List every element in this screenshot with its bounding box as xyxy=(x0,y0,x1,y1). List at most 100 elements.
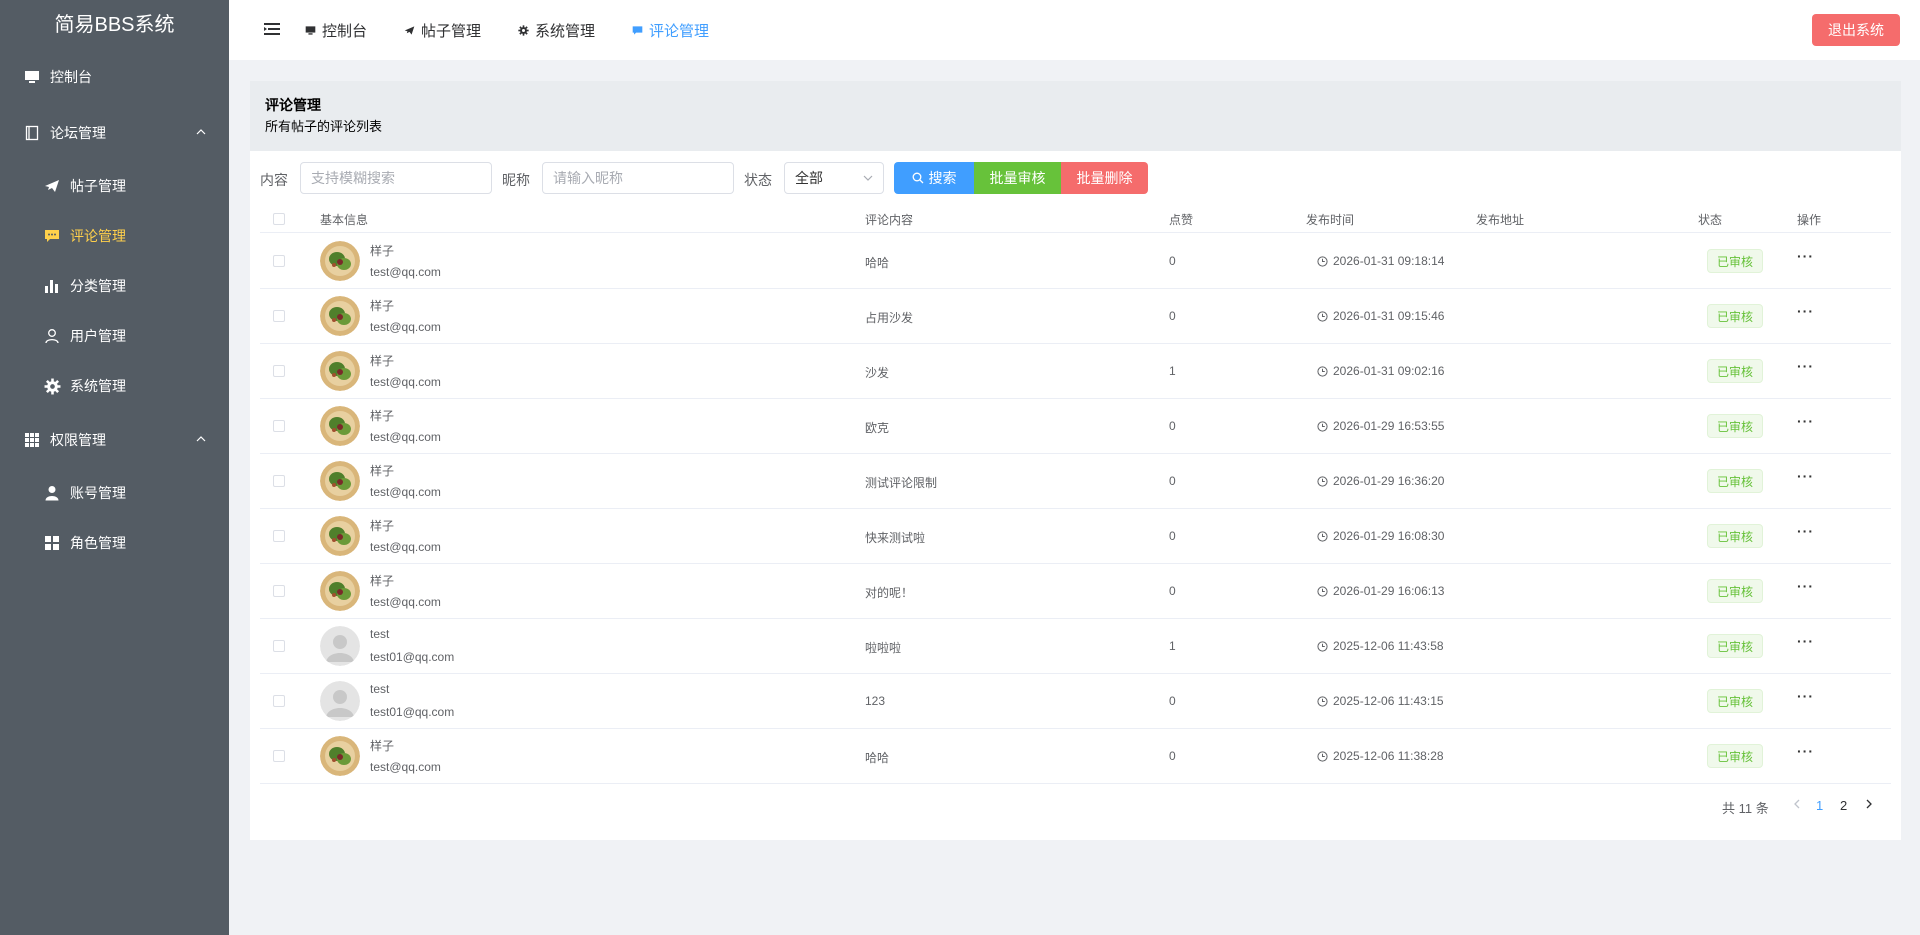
user-nickname: 样子 xyxy=(370,464,395,478)
like-count: 1 xyxy=(1169,364,1176,378)
comment-content: 快来测试啦 xyxy=(865,531,926,545)
content-search-input[interactable] xyxy=(300,162,492,194)
row-checkbox[interactable] xyxy=(273,530,285,542)
user-nickname: 样子 xyxy=(370,739,395,753)
page-title: 评论管理 xyxy=(265,97,321,113)
column-header-basic: 基本信息 xyxy=(320,213,369,227)
sidebar-item-dashboard[interactable]: 控制台 xyxy=(0,52,229,102)
sidebar-item-comments[interactable]: 评论管理 xyxy=(0,211,229,261)
user-email: test@qq.com xyxy=(370,430,441,444)
sidebar-item-posts[interactable]: 帖子管理 xyxy=(0,161,229,211)
logout-button[interactable]: 退出系统 xyxy=(1812,14,1900,46)
column-header-status: 状态 xyxy=(1698,213,1723,227)
like-count: 0 xyxy=(1169,419,1176,433)
row-checkbox[interactable] xyxy=(273,585,285,597)
more-actions-icon[interactable]: ··· xyxy=(1797,413,1814,429)
user-nickname: 样子 xyxy=(370,574,395,588)
row-checkbox[interactable] xyxy=(273,475,285,487)
pagination-total: 共 11 条 xyxy=(1722,801,1769,816)
tab-posts[interactable]: 帖子管理 xyxy=(404,19,481,41)
chat-icon xyxy=(42,226,62,246)
sidebar-item-label: 论坛管理 xyxy=(50,125,106,141)
nickname-input[interactable] xyxy=(542,162,734,194)
comment-content: 哈哈 xyxy=(865,751,890,765)
batch-delete-button[interactable]: 批量删除 xyxy=(1061,162,1148,194)
clock-icon xyxy=(1317,420,1328,432)
user-email: test01@qq.com xyxy=(370,650,455,664)
prev-page-icon[interactable] xyxy=(1792,798,1802,813)
clock-icon xyxy=(1317,475,1328,487)
tab-label: 帖子管理 xyxy=(421,22,482,40)
more-actions-icon[interactable]: ··· xyxy=(1797,688,1814,704)
status-badge: 已审核 xyxy=(1707,414,1763,438)
status-select-value: 全部 xyxy=(795,170,823,186)
table-row: 样子 test@qq.com 对的呢！ 0 2026-01-29 16:06:13 已审核… xyxy=(260,564,1891,619)
more-actions-icon[interactable]: ··· xyxy=(1797,523,1814,539)
more-actions-icon[interactable]: ··· xyxy=(1797,578,1814,594)
publish-time-value: 2026-01-31 09:02:16 xyxy=(1333,364,1445,378)
comment-content: 占用沙发 xyxy=(865,311,914,325)
clock-icon xyxy=(1317,530,1328,542)
sidebar-item-categories[interactable]: 分类管理 xyxy=(0,261,229,311)
page-2[interactable]: 2 xyxy=(1840,798,1847,813)
more-actions-icon[interactable]: ··· xyxy=(1797,743,1814,759)
row-checkbox[interactable] xyxy=(273,640,285,652)
status-select[interactable]: 全部 xyxy=(784,162,884,194)
select-all-checkbox[interactable] xyxy=(273,213,285,225)
avatar xyxy=(320,736,360,776)
clock-icon xyxy=(1317,750,1328,762)
table-row: 样子 test@qq.com 测试评论限制 0 2026-01-29 16:36:20 已… xyxy=(260,454,1891,509)
more-actions-icon[interactable]: ··· xyxy=(1797,468,1814,484)
publish-time: 2026-01-29 16:06:13 xyxy=(1317,584,1444,598)
column-header-likes: 点赞 xyxy=(1169,213,1194,227)
page-1[interactable]: 1 xyxy=(1816,798,1823,813)
comment-content: 123 xyxy=(865,694,886,708)
chevron-up-icon xyxy=(195,432,207,448)
sidebar-item-forum[interactable]: 论坛管理 xyxy=(0,108,229,158)
row-checkbox[interactable] xyxy=(273,750,285,762)
table-row: test test01@qq.com 啦啦啦 1 2025-12-06 11:43:58… xyxy=(260,619,1891,674)
search-button[interactable]: 搜索 xyxy=(894,162,974,194)
tab-system[interactable]: 系统管理 xyxy=(518,19,595,41)
row-checkbox[interactable] xyxy=(273,310,285,322)
row-checkbox[interactable] xyxy=(273,255,285,267)
row-checkbox[interactable] xyxy=(273,695,285,707)
clock-icon xyxy=(1317,585,1328,597)
sidebar-item-roles[interactable]: 角色管理 xyxy=(0,518,229,568)
sidebar-item-accounts[interactable]: 账号管理 xyxy=(0,468,229,518)
next-page-icon[interactable] xyxy=(1864,798,1874,813)
sidebar-item-label: 账号管理 xyxy=(70,485,126,501)
publish-time: 2025-12-06 11:38:28 xyxy=(1317,749,1444,763)
column-header-address: 发布地址 xyxy=(1476,213,1525,227)
publish-time-value: 2026-01-29 16:53:55 xyxy=(1333,419,1445,433)
tab-comments[interactable]: 评论管理 xyxy=(632,19,709,41)
comment-content: 啦啦啦 xyxy=(865,641,902,655)
more-actions-icon[interactable]: ··· xyxy=(1797,633,1814,649)
sidebar-item-system[interactable]: 系统管理 xyxy=(0,361,229,411)
batch-audit-button[interactable]: 批量审核 xyxy=(974,162,1061,194)
sidebar-item-permissions[interactable]: 权限管理 xyxy=(0,415,229,465)
collapse-menu-icon[interactable] xyxy=(263,20,281,38)
row-checkbox[interactable] xyxy=(273,420,285,432)
monitor-icon xyxy=(22,67,42,87)
sidebar-item-users[interactable]: 用户管理 xyxy=(0,311,229,361)
row-checkbox[interactable] xyxy=(273,365,285,377)
table-row: 样子 test@qq.com 快来测试啦 0 2026-01-29 16:08:30 已审… xyxy=(260,509,1891,564)
more-actions-icon[interactable]: ··· xyxy=(1797,248,1814,264)
tab-dashboard[interactable]: 控制台 xyxy=(305,19,367,41)
top-header: 控制台 帖子管理 系统管理 评论管理 退出系统 xyxy=(229,0,1920,60)
user-email: test@qq.com xyxy=(370,265,441,279)
table-row: test test01@qq.com 123 0 2025-12-06 11:43:15… xyxy=(260,674,1891,729)
sidebar-item-label: 分类管理 xyxy=(70,278,126,294)
comment-content: 测试评论限制 xyxy=(865,476,938,490)
comment-content: 沙发 xyxy=(865,366,890,380)
publish-time: 2025-12-06 11:43:58 xyxy=(1317,639,1444,653)
more-actions-icon[interactable]: ··· xyxy=(1797,303,1814,319)
send-icon xyxy=(42,176,62,196)
tab-label: 系统管理 xyxy=(535,22,596,40)
user-nickname: 样子 xyxy=(370,354,395,368)
more-actions-icon[interactable]: ··· xyxy=(1797,358,1814,374)
user-nickname: test xyxy=(370,627,390,641)
sidebar: 简易BBS系统 控制台 论坛管理 帖子管理 评论管理 分类管理 用户管理 系统管… xyxy=(0,0,229,935)
table-row: 样子 test@qq.com 哈哈 0 2026-01-31 09:18:14 已审核 ··… xyxy=(260,234,1891,289)
